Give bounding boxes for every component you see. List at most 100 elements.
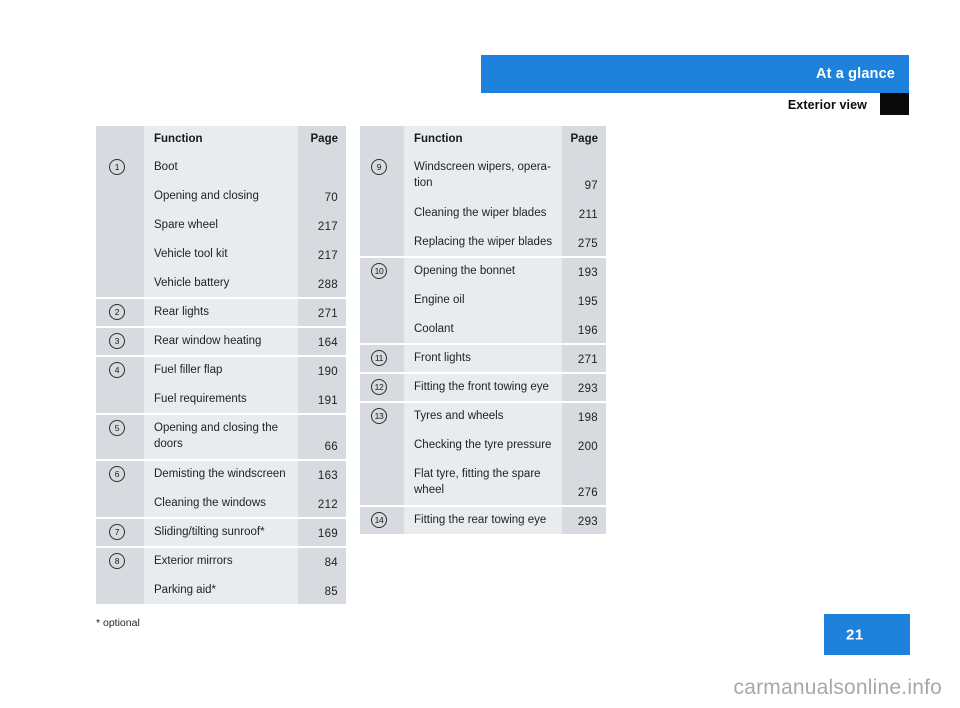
cell-page: 193 (562, 256, 606, 285)
table-row: 9 Windscreen wipers, opera-​tion 97 (360, 152, 606, 198)
cell-index (96, 384, 144, 413)
function-label: Opening and closing (154, 190, 259, 202)
page-reference: 271 (317, 308, 338, 320)
circled-number-icon: 4 (109, 362, 125, 378)
function-label: Fuel requirements (154, 393, 247, 405)
subsection-title: Exterior view (787, 97, 867, 112)
cell-function: Flat tyre, fitting the spare wheel (404, 459, 562, 505)
table-row: Fuel requirements 191 (96, 384, 346, 413)
section-header-band: At a glance (481, 55, 909, 93)
table-header-row: Function Page (96, 126, 346, 152)
cell-function: Rear window heating (144, 326, 298, 355)
page-number-badge: 21 (824, 614, 910, 655)
page-reference: 163 (317, 470, 338, 482)
circled-number-icon: 3 (109, 333, 125, 349)
header-cell-index (360, 126, 404, 152)
cell-function: Sliding/tilting sunroof* (144, 517, 298, 546)
cell-index (360, 430, 404, 459)
cell-page: 275 (562, 227, 606, 256)
cell-function: Fitting the rear towing eye (404, 505, 562, 534)
header-cell-page: Page (562, 126, 606, 152)
page-reference: 293 (577, 383, 598, 395)
cell-index: 8 (96, 546, 144, 575)
page-reference: 200 (577, 441, 598, 453)
cell-page: 211 (562, 198, 606, 227)
cell-page: 293 (562, 372, 606, 401)
cell-page: 85 (298, 575, 346, 604)
cell-index (96, 210, 144, 239)
circled-number-icon: 11 (371, 350, 387, 366)
table-row: Vehicle tool kit 217 (96, 239, 346, 268)
page-reference: 195 (577, 296, 598, 308)
cell-index: 10 (360, 256, 404, 285)
table-row: Opening and closing 70 (96, 181, 346, 210)
page-reference: 275 (577, 238, 598, 250)
cell-index: 7 (96, 517, 144, 546)
circled-number-icon: 10 (371, 263, 387, 279)
function-label: Opening the bonnet (414, 265, 516, 277)
cell-page: 198 (562, 401, 606, 430)
function-label: Cleaning the windows (154, 497, 266, 509)
subsection-header: Exterior view (481, 93, 909, 116)
cell-index (360, 314, 404, 343)
cell-function: Cleaning the windows (144, 488, 298, 517)
page-reference: 217 (317, 250, 338, 262)
page-reference: 198 (577, 412, 598, 424)
cell-index: 4 (96, 355, 144, 384)
cell-index (360, 198, 404, 227)
function-label: Replacing the wiper blades (414, 236, 553, 248)
function-label: Vehicle battery (154, 277, 230, 289)
cell-function: Coolant (404, 314, 562, 343)
cell-function: Vehicle tool kit (144, 239, 298, 268)
cell-page: 97 (562, 152, 606, 198)
function-label: Checking the tyre pressure (414, 439, 552, 451)
circled-number-icon: 6 (109, 466, 125, 482)
table-row: 1 Boot (96, 152, 346, 181)
cell-page: 196 (562, 314, 606, 343)
page-reference: 191 (317, 395, 338, 407)
table-row: 13 Tyres and wheels 198 (360, 401, 606, 430)
page-reference: 211 (578, 209, 598, 221)
cell-page: 293 (562, 505, 606, 534)
page-reference: 169 (317, 528, 338, 540)
function-table-right: Function Page 9 Windscreen wipers, opera-… (360, 126, 606, 534)
cell-page: 217 (298, 239, 346, 268)
function-label: Tyres and wheels (414, 410, 504, 422)
table-row: 7 Sliding/tilting sunroof* 169 (96, 517, 346, 546)
circled-number-icon: 1 (109, 159, 125, 175)
cell-function: Parking aid* (144, 575, 298, 604)
cell-page: 195 (562, 285, 606, 314)
cell-function: Opening the bonnet (404, 256, 562, 285)
function-label: Engine oil (414, 294, 465, 306)
table-header-row: Function Page (360, 126, 606, 152)
page-reference: 288 (317, 279, 338, 291)
function-label: Rear window heating (154, 335, 262, 347)
function-label: Opening and closing the doors (154, 422, 279, 450)
cell-page: 271 (298, 297, 346, 326)
page-reference: 271 (577, 354, 598, 366)
cell-index (96, 268, 144, 297)
table-row: 14 Fitting the rear towing eye 293 (360, 505, 606, 534)
table-row: Engine oil 195 (360, 285, 606, 314)
function-label: Boot (154, 161, 178, 173)
cell-page: 190 (298, 355, 346, 384)
table-row: Flat tyre, fitting the spare wheel 276 (360, 459, 606, 505)
circled-number-icon: 9 (371, 159, 387, 175)
function-label: Fitting the rear towing eye (414, 514, 547, 526)
cell-index: 5 (96, 413, 144, 459)
cell-function: Tyres and wheels (404, 401, 562, 430)
cell-index (360, 459, 404, 505)
column-header-function: Function (154, 133, 203, 145)
function-label: Front lights (414, 352, 471, 364)
cell-page: 217 (298, 210, 346, 239)
page-reference: 97 (584, 180, 598, 192)
page-reference: 66 (324, 441, 338, 453)
cell-page: 169 (298, 517, 346, 546)
column-header-page: Page (310, 133, 339, 145)
circled-number-icon: 12 (371, 379, 387, 395)
table-row: 11 Front lights 271 (360, 343, 606, 372)
cell-index (96, 575, 144, 604)
column-header-page: Page (570, 133, 599, 145)
cell-function: Fuel filler flap (144, 355, 298, 384)
table-row: Cleaning the windows 212 (96, 488, 346, 517)
